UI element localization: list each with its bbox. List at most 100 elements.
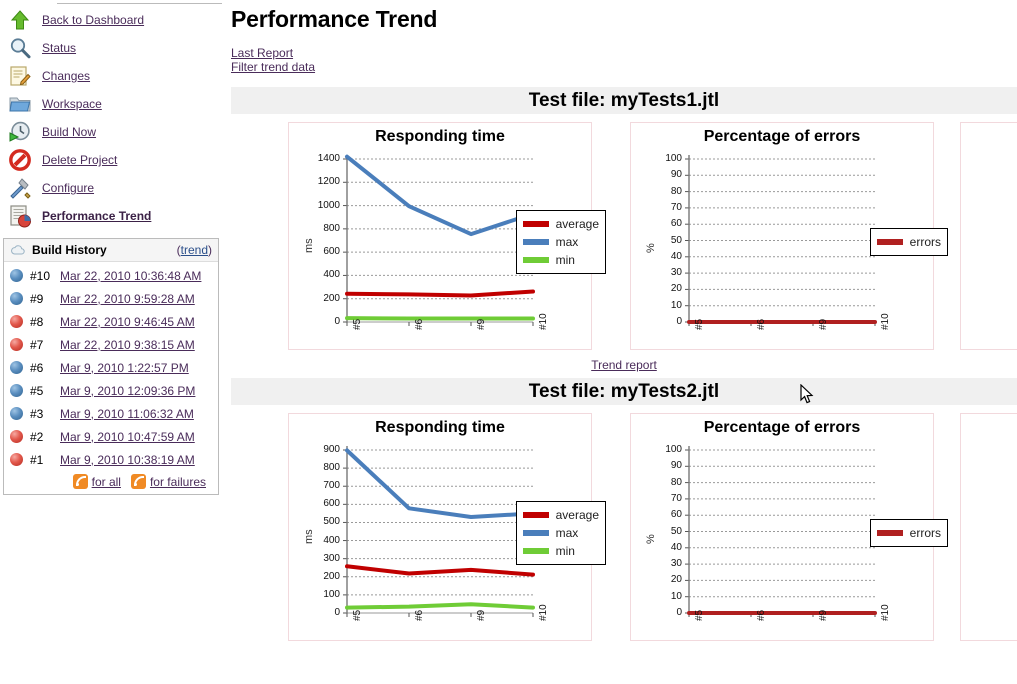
filter-trend-data-link[interactable]: Filter trend data <box>231 60 1017 75</box>
build-date: Mar 22, 2010 10:36:48 AM <box>60 269 201 283</box>
trend-report-link[interactable]: Trend report <box>591 358 657 372</box>
sidebar-task-label[interactable]: Performance Trend <box>42 209 151 223</box>
build-history-row[interactable]: #10 Mar 22, 2010 10:36:48 AM <box>4 264 218 287</box>
wrench-screwdriver-icon <box>8 176 32 200</box>
build-date-link[interactable]: Mar 9, 2010 10:38:19 AM <box>60 453 195 467</box>
sidebar-task-label[interactable]: Back to Dashboard <box>42 13 144 27</box>
build-date-link[interactable]: Mar 9, 2010 1:22:57 PM <box>60 361 189 375</box>
folder-icon <box>8 92 32 116</box>
x-axis-tick-label: #6 <box>756 318 767 330</box>
build-history-row[interactable]: #3 Mar 9, 2010 11:06:32 AM <box>4 402 218 425</box>
y-axis-tick-label: 200 <box>323 292 340 304</box>
build-history-row[interactable]: #5 Mar 9, 2010 12:09:36 PM <box>4 379 218 402</box>
y-axis-label: ms <box>303 237 315 253</box>
chart-legend: errors <box>869 518 948 547</box>
build-date-link[interactable]: Mar 22, 2010 9:46:45 AM <box>60 315 195 329</box>
sidebar-task-build-now[interactable]: Build Now <box>0 118 222 146</box>
chart-panel-clipped <box>960 413 1017 641</box>
y-axis-label: % <box>645 242 657 253</box>
legend-item: average <box>522 506 599 524</box>
build-history-row[interactable]: #1 Mar 9, 2010 10:38:19 AM <box>4 448 218 471</box>
y-axis-tick-label: 1200 <box>317 176 340 188</box>
sidebar-task-label[interactable]: Changes <box>42 69 90 83</box>
build-date-link[interactable]: Mar 9, 2010 11:06:32 AM <box>60 407 194 421</box>
y-axis-tick-label: 800 <box>323 222 340 234</box>
y-axis-tick-label: 100 <box>323 588 340 600</box>
series-line-max <box>345 448 535 520</box>
build-status-ball-blue <box>10 292 23 305</box>
y-axis-tick-label: 1400 <box>317 153 340 164</box>
rss-icon[interactable] <box>130 474 146 489</box>
feed-for-all-link[interactable]: for all <box>92 475 121 489</box>
build-number: #7 <box>30 337 44 352</box>
magnifier-icon <box>8 36 32 60</box>
chart-panel: Responding time 0 200 400 600 800 1000 1200 1400… <box>288 122 606 350</box>
sidebar-task-workspace[interactable]: Workspace <box>0 90 222 118</box>
chart-panel: Percentage of errors 0 10 20 30 40 50 60 70 80 90 1… <box>630 413 948 641</box>
y-axis-tick-label: 600 <box>323 498 340 510</box>
feed-for-failures-link[interactable]: for failures <box>150 475 206 489</box>
clock-play-icon <box>8 120 32 144</box>
build-history-row[interactable]: #2 Mar 9, 2010 10:47:59 AM <box>4 425 218 448</box>
build-date: Mar 22, 2010 9:59:28 AM <box>60 292 195 306</box>
chart-panel: Responding time 0 100 200 300 400 500 600 700 800… <box>288 413 606 641</box>
y-axis-tick-label: 60 <box>670 218 682 230</box>
build-history-row[interactable]: #8 Mar 22, 2010 9:46:45 AM <box>4 310 218 333</box>
build-date-link[interactable]: Mar 9, 2010 12:09:36 PM <box>60 384 195 398</box>
y-axis-tick-label: 900 <box>323 444 340 455</box>
sidebar-task-label[interactable]: Delete Project <box>42 153 117 167</box>
test-file-header-1: Test file: myTests1.jtl <box>231 87 1017 114</box>
page-title: Performance Trend <box>231 6 438 32</box>
y-axis-tick-label: 80 <box>670 476 682 488</box>
build-history-row[interactable]: #6 Mar 9, 2010 1:22:57 PM <box>4 356 218 379</box>
charts-row-1: Responding time 0 200 400 600 800 1000 1200 1400… <box>231 122 1017 350</box>
sidebar-task-label[interactable]: Workspace <box>42 97 102 111</box>
y-axis-label: % <box>645 533 657 544</box>
sidebar-task-delete-project[interactable]: Delete Project <box>0 146 222 174</box>
build-number: #8 <box>30 314 44 329</box>
build-history-row[interactable]: #7 Mar 22, 2010 9:38:15 AM <box>4 333 218 356</box>
x-axis-tick-label: #9 <box>818 609 829 621</box>
rss-icon[interactable] <box>72 474 88 489</box>
build-date-link[interactable]: Mar 9, 2010 10:47:59 AM <box>60 430 195 444</box>
chart-legend: errors <box>869 227 948 256</box>
x-axis-tick-label: #10 <box>538 604 549 621</box>
build-date: Mar 9, 2010 10:38:19 AM <box>60 453 195 467</box>
build-date-link[interactable]: Mar 22, 2010 10:36:48 AM <box>60 269 201 283</box>
build-status-ball-blue <box>10 407 23 420</box>
build-status-ball-blue <box>10 384 23 397</box>
sidebar-task-status[interactable]: Status <box>0 34 222 62</box>
legend-swatch-min <box>522 547 549 554</box>
build-date-link[interactable]: Mar 22, 2010 9:38:15 AM <box>60 338 195 352</box>
trend-link[interactable]: trend <box>181 243 208 257</box>
build-history-row[interactable]: #9 Mar 22, 2010 9:59:28 AM <box>4 287 218 310</box>
build-history-title: Build History <box>32 243 107 257</box>
last-report-link[interactable]: Last Report <box>231 46 1017 61</box>
build-number: #6 <box>30 360 44 375</box>
sidebar-task-changes[interactable]: Changes <box>0 62 222 90</box>
sidebar-task-performance-trend[interactable]: Performance Trend <box>0 202 222 230</box>
test-file-header-2: Test file: myTests2.jtl <box>231 378 1017 405</box>
y-axis-tick-label: 30 <box>670 558 682 570</box>
sidebar-task-label[interactable]: Status <box>42 41 76 55</box>
sidebar-task-label[interactable]: Configure <box>42 181 94 195</box>
trend-report-container: Trend report <box>231 350 1017 378</box>
sidebar-task-back-to-dashboard[interactable]: Back to Dashboard <box>0 6 222 34</box>
legend-label: average <box>555 216 599 231</box>
x-axis-tick-label: #10 <box>880 313 891 330</box>
sidebar-task-configure[interactable]: Configure <box>0 174 222 202</box>
series-line-min <box>345 602 535 610</box>
y-axis-tick-label: 1000 <box>317 199 340 211</box>
sidebar-task-label[interactable]: Build Now <box>42 125 96 139</box>
build-date: Mar 9, 2010 11:06:32 AM <box>60 407 194 421</box>
chart-legend: average max min <box>515 500 606 565</box>
build-history-list: #10 Mar 22, 2010 10:36:48 AM #9 Mar 22, 201… <box>4 262 218 471</box>
build-history-header: Build History (trend) <box>4 239 218 262</box>
build-date-link[interactable]: Mar 22, 2010 9:59:28 AM <box>60 292 195 306</box>
y-axis-tick-label: 200 <box>323 570 340 582</box>
y-axis-tick-label: 100 <box>665 153 682 164</box>
charts-row-2: Responding time 0 100 200 300 400 500 600 700 800… <box>231 413 1017 641</box>
build-date: Mar 9, 2010 10:47:59 AM <box>60 430 195 444</box>
y-axis-tick-label: 300 <box>323 552 340 564</box>
legend-item: average <box>522 215 599 233</box>
